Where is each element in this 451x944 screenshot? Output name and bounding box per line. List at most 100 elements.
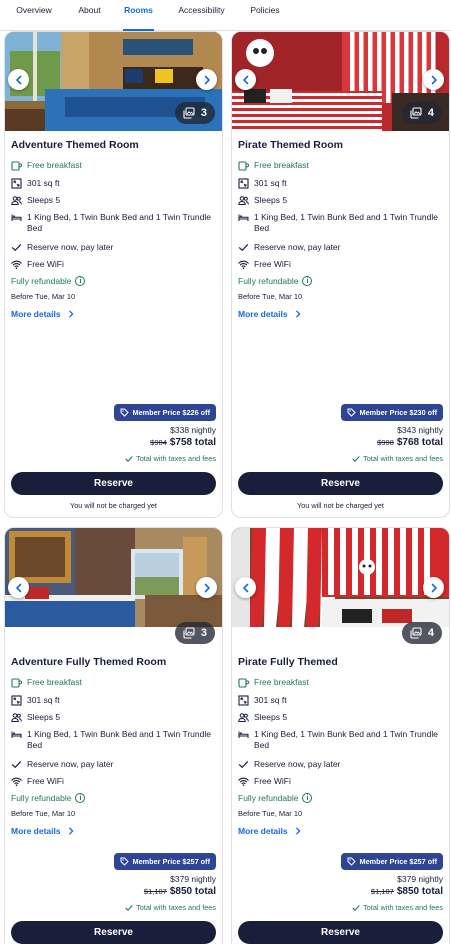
feature-area: 301 sq ft <box>11 178 216 189</box>
tab-accessibility[interactable]: Accessibility <box>175 0 228 30</box>
photo-count-badge[interactable]: 4 <box>401 622 442 644</box>
room-photo[interactable]: 4 <box>232 528 449 651</box>
member-price-badge: Member Price $257 off <box>113 853 216 870</box>
feature-sleeps: Sleeps 5 <box>11 712 216 723</box>
chevron-right-icon <box>429 583 439 593</box>
carousel-next-button[interactable] <box>423 69 444 90</box>
chevron-right-icon <box>202 583 212 593</box>
room-details: Adventure Fully Themed Room Free breakfa… <box>11 656 216 944</box>
room-title: Pirate Themed Room <box>238 139 344 151</box>
carousel-next-button[interactable] <box>196 577 217 598</box>
info-icon[interactable]: i <box>75 793 86 803</box>
tab-rooms[interactable]: Rooms <box>123 0 154 31</box>
more-details-link[interactable]: More details <box>11 309 75 319</box>
checkmark-icon <box>125 455 133 463</box>
feature-wifi: Free WiFi <box>238 776 443 787</box>
wifi-icon <box>238 259 249 270</box>
feature-reserve-later: Reserve now, pay later <box>238 242 443 253</box>
wifi-icon <box>11 259 22 270</box>
checkmark-icon <box>238 759 249 770</box>
gallery-icon <box>183 107 195 119</box>
refund-deadline: Before Tue, Mar 10 <box>238 809 303 818</box>
carousel-prev-button[interactable] <box>235 577 256 598</box>
room-title: Pirate Fully Themed <box>238 656 338 668</box>
reserve-button[interactable]: Reserve <box>11 921 216 944</box>
more-details-link[interactable]: More details <box>238 826 302 836</box>
coffee-cup-icon <box>238 160 249 171</box>
tag-icon <box>347 857 356 866</box>
photo-count: 4 <box>427 107 434 119</box>
room-photo[interactable]: 3 <box>5 32 222 131</box>
reserve-button[interactable]: Reserve <box>11 472 216 495</box>
feature-area: 301 sq ft <box>11 695 216 706</box>
chevron-right-icon <box>67 310 75 318</box>
nightly-price: $379 nightly <box>397 874 443 884</box>
feature-sleeps: Sleeps 5 <box>11 195 216 206</box>
room-title: Adventure Themed Room <box>11 139 139 151</box>
chevron-left-icon <box>14 583 24 593</box>
feature-breakfast: Free breakfast <box>11 677 216 688</box>
carousel-prev-button[interactable] <box>8 577 29 598</box>
reserve-button[interactable]: Reserve <box>238 921 443 944</box>
feature-sleeps: Sleeps 5 <box>238 195 443 206</box>
refund-policy[interactable]: Fully refundable i <box>238 793 313 803</box>
photo-count-badge[interactable]: 4 <box>401 102 442 124</box>
photo-count-badge[interactable]: 3 <box>174 102 215 124</box>
carousel-next-button[interactable] <box>423 577 444 598</box>
gallery-icon <box>183 627 195 639</box>
room-photo[interactable]: 4 <box>232 32 449 131</box>
photo-count: 4 <box>427 627 434 639</box>
member-price-badge: Member Price $230 off <box>340 404 443 421</box>
more-details-link[interactable]: More details <box>11 826 75 836</box>
taxes-note: Total with taxes and fees <box>352 454 443 463</box>
room-details: Pirate Themed Room Free breakfast 301 sq… <box>238 139 443 517</box>
refund-deadline: Before Tue, Mar 10 <box>11 292 76 301</box>
feature-wifi: Free WiFi <box>238 259 443 270</box>
photo-count: 3 <box>200 627 207 639</box>
refund-policy[interactable]: Fully refundable i <box>238 276 313 286</box>
carousel-next-button[interactable] <box>196 69 217 90</box>
reserve-button[interactable]: Reserve <box>238 472 443 495</box>
info-icon[interactable]: i <box>302 793 313 803</box>
discounted-total-price: $768 total <box>396 437 443 448</box>
section-tabs: Overview About Rooms Accessibility Polic… <box>0 0 451 31</box>
total-price: $1,107 $850 total <box>144 886 216 897</box>
feature-breakfast: Free breakfast <box>11 160 216 171</box>
people-icon <box>11 712 22 723</box>
feature-reserve-later: Reserve now, pay later <box>11 242 216 253</box>
expand-icon <box>11 695 22 706</box>
carousel-prev-button[interactable] <box>8 69 29 90</box>
original-total-price: $984 <box>150 438 167 447</box>
nightly-price: $343 nightly <box>397 425 443 435</box>
total-price: $984 $758 total <box>150 437 216 448</box>
feature-beds: 1 King Bed, 1 Twin Bunk Bed and 1 Twin T… <box>238 729 443 751</box>
chevron-right-icon <box>202 75 212 85</box>
feature-breakfast: Free breakfast <box>238 160 443 171</box>
taxes-note: Total with taxes and fees <box>125 454 216 463</box>
discounted-total-price: $850 total <box>396 886 443 897</box>
refund-deadline: Before Tue, Mar 10 <box>11 809 76 818</box>
refund-policy[interactable]: Fully refundable i <box>11 793 86 803</box>
info-icon[interactable]: i <box>75 276 86 286</box>
tab-about[interactable]: About <box>76 0 103 30</box>
tab-policies[interactable]: Policies <box>249 0 281 30</box>
people-icon <box>11 195 22 206</box>
wifi-icon <box>11 776 22 787</box>
refund-policy[interactable]: Fully refundable i <box>11 276 86 286</box>
info-icon[interactable]: i <box>302 276 313 286</box>
carousel-prev-button[interactable] <box>235 69 256 90</box>
tab-overview[interactable]: Overview <box>13 0 55 30</box>
member-price-badge: Member Price $226 off <box>113 404 216 421</box>
original-total-price: $998 <box>377 438 394 447</box>
feature-area: 301 sq ft <box>238 178 443 189</box>
more-details-link[interactable]: More details <box>238 309 302 319</box>
refund-deadline: Before Tue, Mar 10 <box>238 292 303 301</box>
photo-count-badge[interactable]: 3 <box>174 622 215 644</box>
chevron-right-icon <box>294 310 302 318</box>
room-photo[interactable]: 3 <box>5 528 222 651</box>
people-icon <box>238 195 249 206</box>
nightly-price: $338 nightly <box>170 425 216 435</box>
bed-icon <box>11 729 22 740</box>
gallery-icon <box>410 627 422 639</box>
coffee-cup-icon <box>11 160 22 171</box>
